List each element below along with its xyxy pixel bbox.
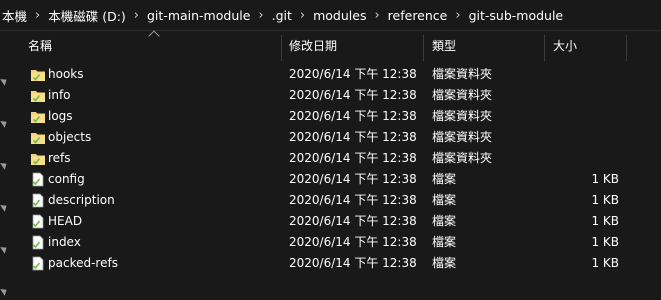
chevron-right-icon[interactable]: › <box>128 8 145 23</box>
list-item[interactable]: description 2020/6/14 下午 12:38 檔案 1 KB <box>18 190 661 211</box>
column-header-name[interactable]: 名稱 <box>28 31 52 61</box>
breadcrumb-item-drive-d[interactable]: 本機磁碟 (D:) <box>46 6 128 25</box>
file-date: 2020/6/14 下午 12:38 <box>289 235 417 249</box>
folder-icon <box>31 133 45 144</box>
expand-arrow-icon[interactable] <box>0 76 9 86</box>
file-type: 檔案 <box>432 214 457 228</box>
column-header-size[interactable]: 大小 <box>553 31 577 61</box>
list-item[interactable]: HEAD 2020/6/14 下午 12:38 檔案 1 KB <box>18 211 661 232</box>
file-type: 檔案資料夾 <box>432 151 493 165</box>
chevron-right-icon[interactable]: › <box>449 8 466 23</box>
list-item[interactable]: logs 2020/6/14 下午 12:38 檔案資料夾 <box>18 106 661 127</box>
file-date: 2020/6/14 下午 12:38 <box>289 214 417 228</box>
file-size: 1 KB <box>591 193 619 207</box>
expand-arrow-icon[interactable] <box>0 118 9 128</box>
file-type: 檔案資料夾 <box>432 67 493 81</box>
file-type: 檔案 <box>432 235 457 249</box>
file-type: 檔案 <box>432 172 457 186</box>
expand-arrow-icon[interactable] <box>0 244 9 254</box>
file-name: description <box>48 193 115 207</box>
file-icon <box>32 172 44 187</box>
breadcrumb-item-this-pc[interactable]: 本機 <box>0 6 29 25</box>
column-header-date[interactable]: 修改日期 <box>289 31 337 61</box>
breadcrumb-item-git-sub-module[interactable]: git-sub-module <box>467 8 566 23</box>
column-divider[interactable] <box>423 35 424 61</box>
file-name: packed-refs <box>48 256 118 270</box>
file-size: 1 KB <box>591 172 619 186</box>
list-item[interactable]: info 2020/6/14 下午 12:38 檔案資料夾 <box>18 85 661 106</box>
column-divider[interactable] <box>626 35 627 61</box>
file-type: 檔案資料夾 <box>432 109 493 123</box>
chevron-right-icon[interactable]: › <box>294 8 311 23</box>
file-date: 2020/6/14 下午 12:38 <box>289 256 417 270</box>
file-name: HEAD <box>48 214 83 228</box>
breadcrumb-item-git-main-module[interactable]: git-main-module <box>145 8 252 23</box>
file-icon <box>32 256 44 271</box>
list-item[interactable]: refs 2020/6/14 下午 12:38 檔案資料夾 <box>18 148 661 169</box>
breadcrumb-item-reference[interactable]: reference <box>386 8 450 23</box>
file-date: 2020/6/14 下午 12:38 <box>289 67 417 81</box>
file-type: 檔案資料夾 <box>432 130 493 144</box>
file-size: 1 KB <box>591 235 619 249</box>
list-item[interactable]: config 2020/6/14 下午 12:38 檔案 1 KB <box>18 169 661 190</box>
folder-icon <box>31 91 45 102</box>
breadcrumb: 本機 › 本機磁碟 (D:) › git-main-module › .git … <box>0 0 661 31</box>
file-name: info <box>48 88 71 102</box>
column-divider[interactable] <box>281 35 282 61</box>
file-size: 1 KB <box>591 214 619 228</box>
file-date: 2020/6/14 下午 12:38 <box>289 130 417 144</box>
file-icon <box>32 214 44 229</box>
breadcrumb-item-git[interactable]: .git <box>270 8 294 23</box>
list-item[interactable]: hooks 2020/6/14 下午 12:38 檔案資料夾 <box>18 64 661 85</box>
expand-arrow-icon[interactable] <box>0 202 9 212</box>
file-date: 2020/6/14 下午 12:38 <box>289 193 417 207</box>
folder-icon <box>31 112 45 123</box>
file-name: index <box>48 235 81 249</box>
file-icon <box>32 193 44 208</box>
file-date: 2020/6/14 下午 12:38 <box>289 88 417 102</box>
list-item[interactable]: packed-refs 2020/6/14 下午 12:38 檔案 1 KB <box>18 253 661 274</box>
file-name: logs <box>48 109 73 123</box>
list-item[interactable]: index 2020/6/14 下午 12:38 檔案 1 KB <box>18 232 661 253</box>
expand-arrow-icon[interactable] <box>0 286 9 296</box>
file-name: objects <box>48 130 92 144</box>
file-date: 2020/6/14 下午 12:38 <box>289 151 417 165</box>
navigation-pane-edge <box>0 31 12 300</box>
folder-icon <box>31 70 45 81</box>
chevron-right-icon[interactable]: › <box>29 8 46 23</box>
sort-ascending-icon <box>148 30 160 42</box>
file-size: 1 KB <box>591 256 619 270</box>
file-type: 檔案資料夾 <box>432 88 493 102</box>
file-icon <box>32 235 44 250</box>
list-item[interactable]: objects 2020/6/14 下午 12:38 檔案資料夾 <box>18 127 661 148</box>
column-divider[interactable] <box>544 35 545 61</box>
file-type: 檔案 <box>432 193 457 207</box>
file-date: 2020/6/14 下午 12:38 <box>289 172 417 186</box>
column-header-type[interactable]: 類型 <box>432 31 456 61</box>
expand-arrow-icon[interactable] <box>0 160 9 170</box>
breadcrumb-item-modules[interactable]: modules <box>311 8 368 23</box>
chevron-right-icon[interactable]: › <box>368 8 385 23</box>
folder-icon <box>31 154 45 165</box>
column-header-row: 名稱 修改日期 類型 大小 <box>18 30 661 61</box>
file-list: hooks 2020/6/14 下午 12:38 檔案資料夾 info 2020… <box>18 64 661 274</box>
chevron-right-icon[interactable]: › <box>252 8 269 23</box>
file-type: 檔案 <box>432 256 457 270</box>
file-date: 2020/6/14 下午 12:38 <box>289 109 417 123</box>
file-name: refs <box>48 151 71 165</box>
file-name: hooks <box>48 67 84 81</box>
file-name: config <box>48 172 85 186</box>
